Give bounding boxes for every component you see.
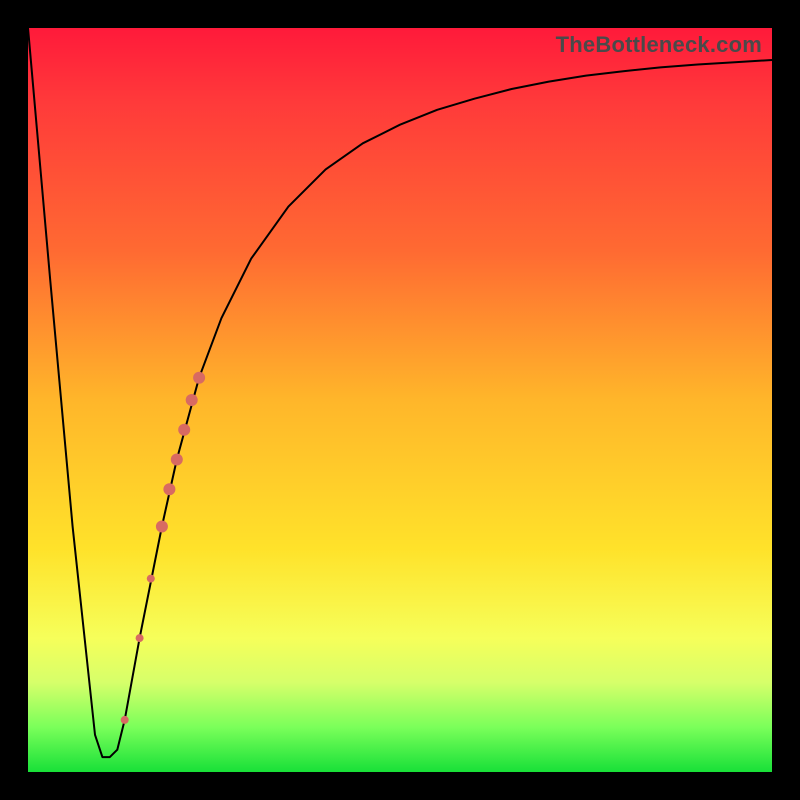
curve-layer — [28, 28, 772, 772]
highlight-dot — [186, 394, 198, 406]
highlight-dot — [136, 634, 144, 642]
bottleneck-curve — [28, 28, 772, 757]
highlight-dot — [156, 521, 168, 533]
highlight-dot — [193, 372, 205, 384]
plot-area: TheBottleneck.com — [28, 28, 772, 772]
chart-frame: TheBottleneck.com — [0, 0, 800, 800]
highlight-dot — [163, 483, 175, 495]
highlight-dot — [121, 716, 129, 724]
highlight-dot — [171, 454, 183, 466]
highlight-dot — [178, 424, 190, 436]
highlight-dot — [147, 575, 155, 583]
